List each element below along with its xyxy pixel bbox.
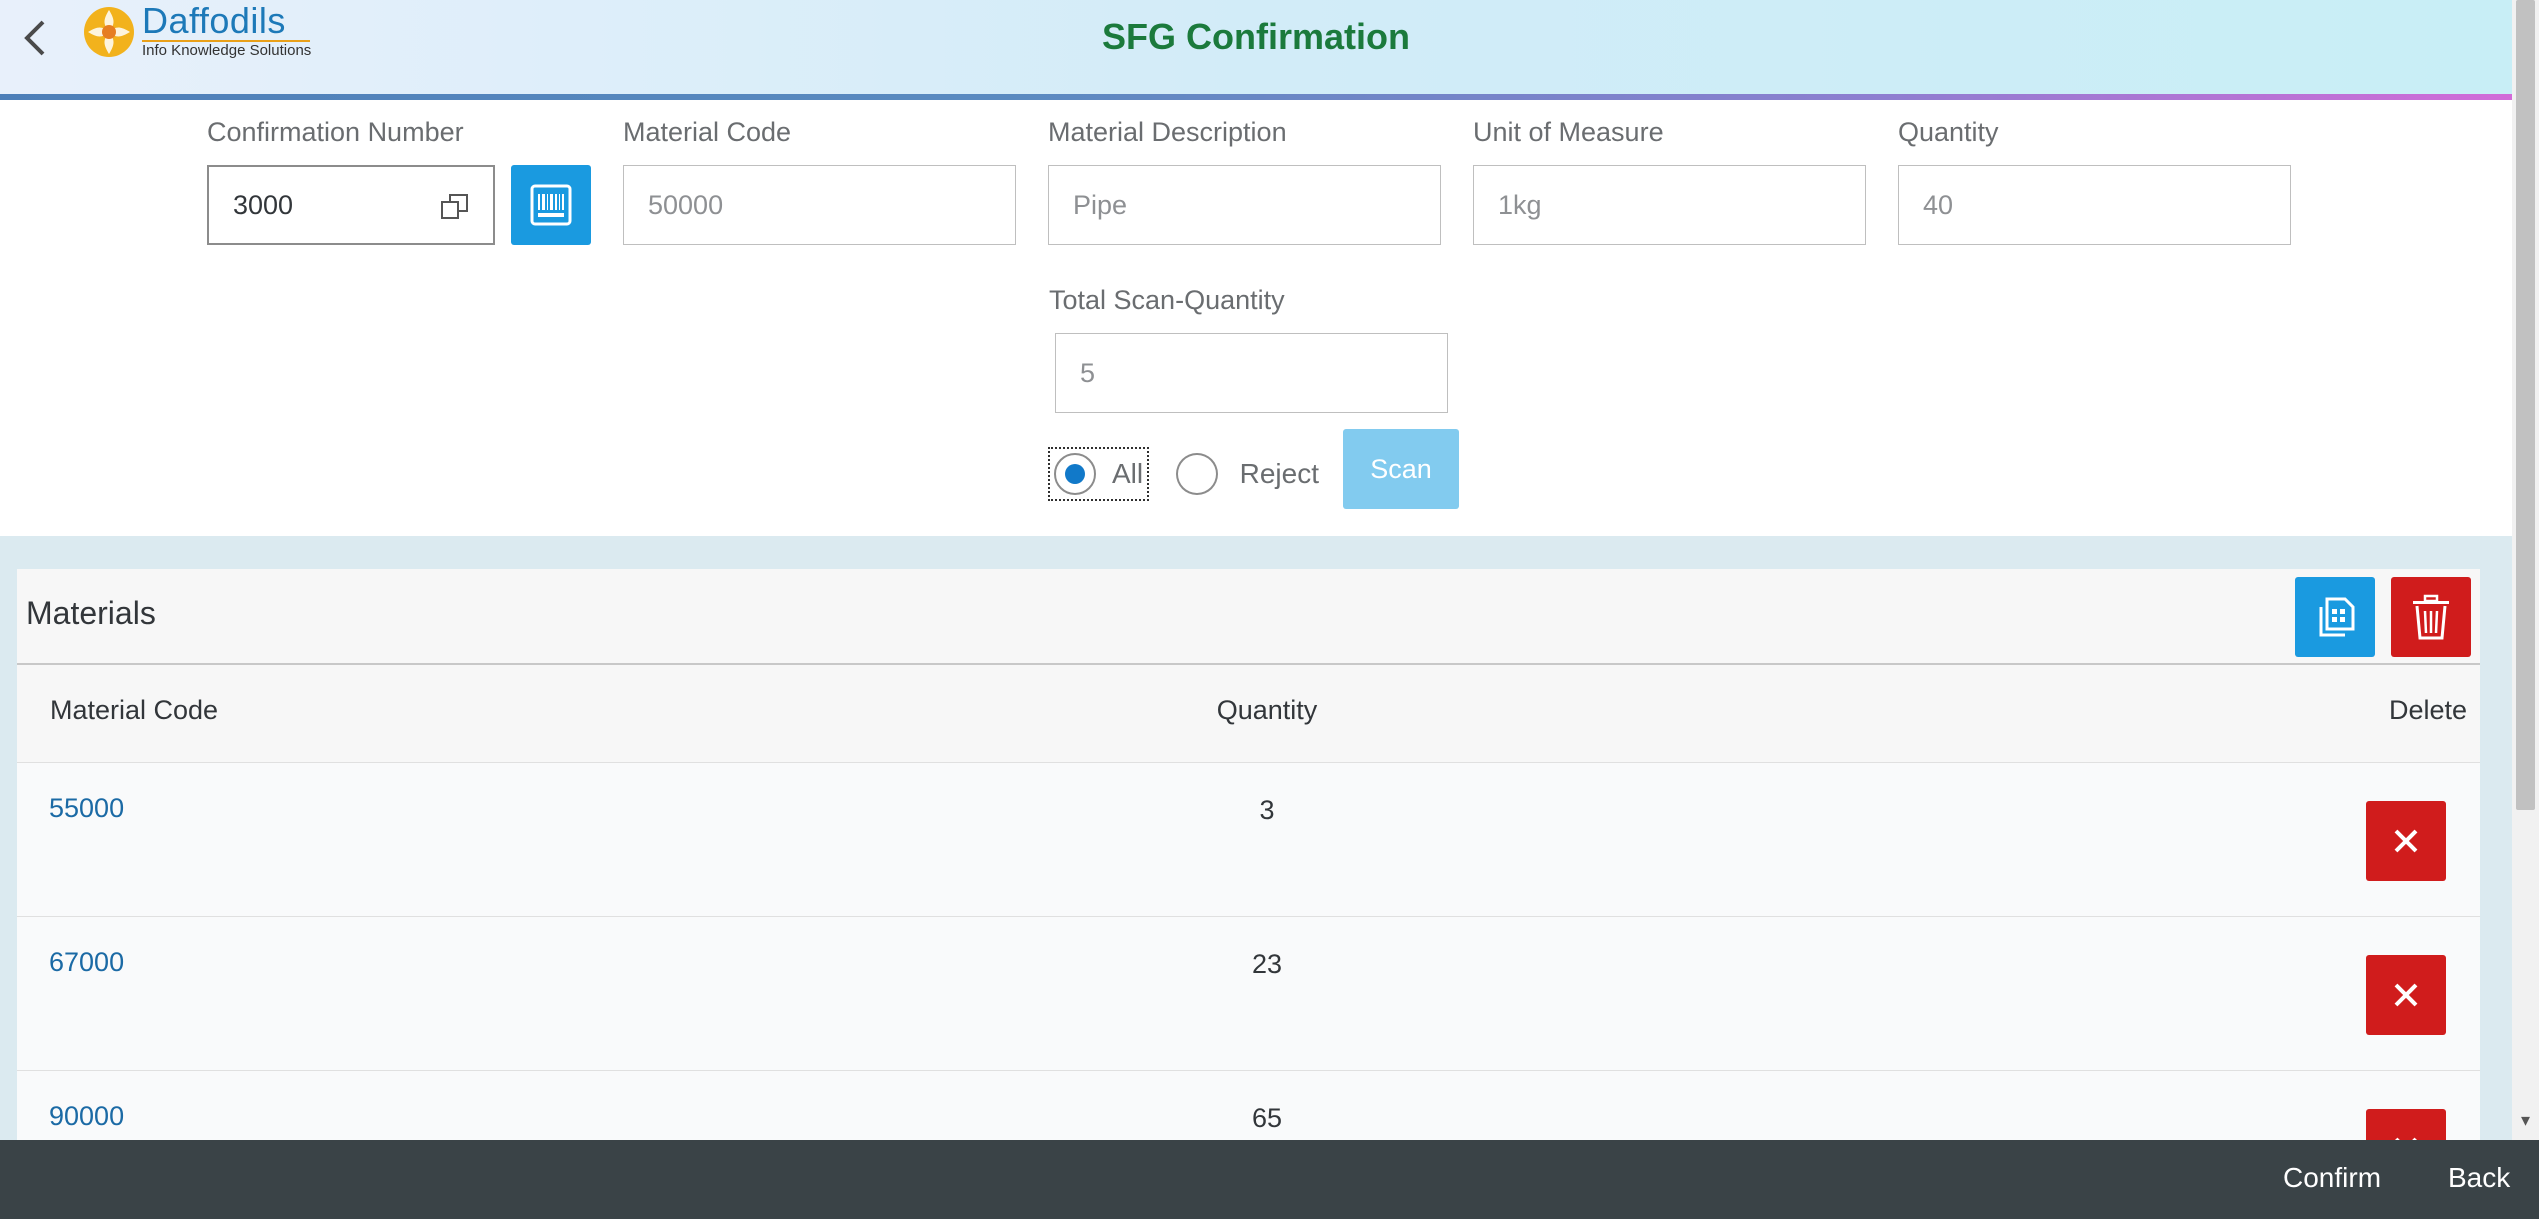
unit-of-measure-input[interactable]	[1473, 165, 1866, 245]
delete-row-button[interactable]	[2366, 955, 2446, 1035]
scroll-down-arrow-icon[interactable]: ▾	[2516, 1110, 2535, 1130]
quantity-label: Quantity	[1898, 117, 1999, 147]
value-help-icon[interactable]	[438, 190, 472, 224]
material-code-input[interactable]	[623, 165, 1016, 245]
material-code-link[interactable]: 55000	[49, 793, 124, 824]
material-description-input[interactable]	[1048, 165, 1441, 245]
page-title: SFG Confirmation	[1102, 16, 1410, 57]
app-header: Daffodils Info Knowledge Solutions SFG C…	[0, 0, 2512, 96]
table-row: 90000 65	[17, 1070, 2480, 1140]
materials-title: Materials	[26, 595, 156, 631]
quantity-input[interactable]	[1898, 165, 2291, 245]
close-icon	[2394, 983, 2418, 1007]
scan-button[interactable]: Scan	[1343, 429, 1459, 509]
panel-divider	[17, 663, 2480, 665]
delete-all-button[interactable]	[2391, 577, 2471, 657]
radio-reject[interactable]: Reject	[1176, 449, 1319, 499]
radio-all-circle[interactable]	[1054, 453, 1096, 495]
copy-grid-icon	[2319, 597, 2355, 637]
table-row: 67000 23	[17, 916, 2480, 1070]
table-row: 55000 3	[17, 762, 2480, 916]
delete-row-button[interactable]	[2366, 801, 2446, 881]
delete-row-button[interactable]	[2366, 1109, 2446, 1140]
confirmation-number-label: Confirmation Number	[207, 117, 464, 147]
back-button[interactable]: Back	[2448, 1162, 2510, 1194]
radio-all-label: All	[1112, 458, 1144, 489]
add-materials-button[interactable]	[2295, 577, 2375, 657]
material-code-label: Material Code	[623, 117, 792, 147]
radio-reject-label: Reject	[1239, 458, 1319, 489]
material-quantity: 65	[1251, 1103, 1283, 1133]
material-quantity: 23	[1251, 949, 1283, 979]
barcode-scan-button[interactable]	[511, 165, 591, 245]
material-code-link[interactable]: 67000	[49, 947, 124, 978]
unit-of-measure-label: Unit of Measure	[1473, 117, 1664, 147]
trash-icon	[2413, 594, 2449, 640]
header-gradient-line	[0, 94, 2512, 100]
column-header-delete: Delete	[2388, 695, 2467, 725]
confirm-button[interactable]: Confirm	[2283, 1162, 2381, 1194]
materials-panel: Materials Material Code Quantity Delete …	[17, 569, 2480, 1140]
material-description-label: Material Description	[1048, 117, 1287, 147]
radio-all[interactable]: All	[1047, 447, 1150, 501]
close-icon	[2394, 829, 2418, 853]
barcode-icon	[530, 184, 572, 226]
material-quantity: 3	[1259, 795, 1275, 825]
radio-reject-circle[interactable]	[1176, 453, 1218, 495]
column-header-material-code: Material Code	[50, 695, 219, 725]
footer-bar: Confirm Back	[0, 1140, 2539, 1219]
total-scan-quantity-input[interactable]	[1055, 333, 1448, 413]
material-code-link[interactable]: 90000	[49, 1101, 124, 1132]
scrollbar-thumb[interactable]	[2516, 0, 2535, 810]
total-scan-quantity-label: Total Scan-Quantity	[1049, 285, 1285, 315]
column-header-quantity: Quantity	[1216, 695, 1318, 725]
